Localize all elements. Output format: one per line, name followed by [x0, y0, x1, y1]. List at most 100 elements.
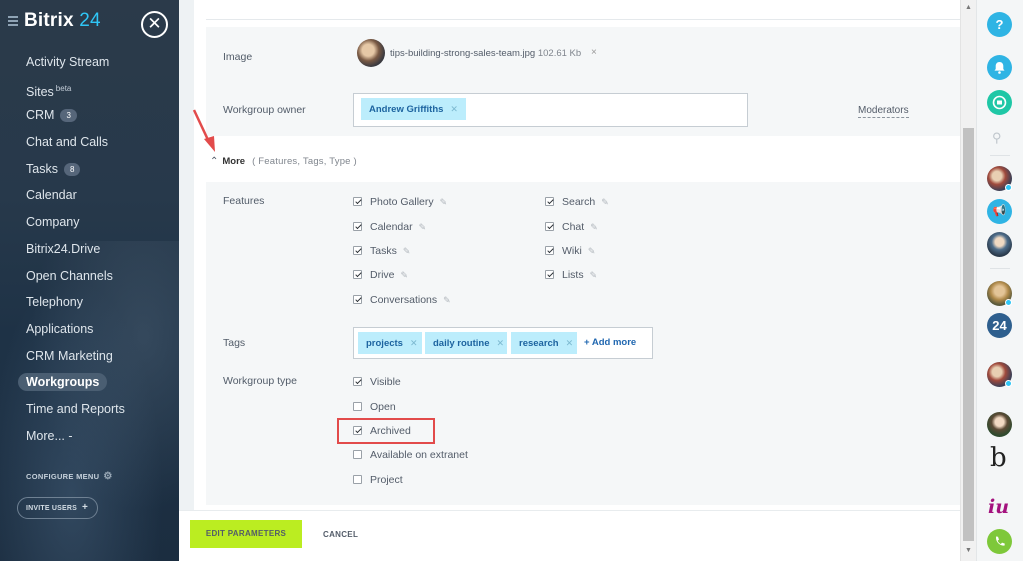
feature-search[interactable]: Search ✎ — [545, 195, 609, 209]
image-file[interactable]: tips-building-strong-sales-team.jpg 102.… — [390, 48, 581, 59]
more-toggle[interactable]: ⌃ More ( Features, Tags, Type ) — [210, 156, 357, 167]
feature-tasks[interactable]: Tasks ✎ — [353, 244, 410, 258]
remove-tag-icon[interactable]: ✕ — [496, 338, 504, 348]
feature-drive[interactable]: Drive ✎ — [353, 268, 408, 282]
sidebar-item-company[interactable]: Company — [0, 209, 179, 236]
sidebar-item-crm-marketing[interactable]: CRM Marketing — [0, 343, 179, 370]
checkbox[interactable] — [545, 270, 554, 279]
checkbox[interactable] — [353, 246, 362, 255]
moderators-link[interactable]: Moderators — [858, 105, 909, 118]
sidebar-item-calendar[interactable]: Calendar — [0, 182, 179, 209]
checkbox[interactable] — [353, 270, 362, 279]
feature-label: Chat — [562, 221, 585, 233]
file-name: tips-building-strong-sales-team.jpg — [390, 48, 536, 59]
sidebar-item-activity-stream[interactable]: Activity Stream — [0, 49, 179, 76]
sidebar-item-sites[interactable]: Sites beta — [0, 76, 179, 103]
tag-chip[interactable]: daily routine ✕ — [425, 332, 507, 354]
close-icon[interactable]: ✕ — [141, 11, 168, 38]
sidebar-item-label: Applications — [26, 321, 94, 336]
checkbox[interactable] — [545, 246, 554, 255]
menu-icon[interactable] — [8, 16, 18, 28]
help-icon[interactable]: ? — [987, 12, 1012, 37]
avatar[interactable] — [987, 412, 1012, 437]
sidebar-item-applications[interactable]: Applications — [0, 316, 179, 343]
pencil-icon[interactable]: ✎ — [401, 270, 409, 280]
feature-chat[interactable]: Chat ✎ — [545, 220, 598, 234]
scroll-up-arrow-icon[interactable]: ▲ — [965, 4, 972, 11]
more-subtitle: ( Features, Tags, Type ) — [252, 156, 357, 167]
pencil-icon[interactable]: ✎ — [588, 246, 596, 256]
sidebar-item-workgroups[interactable]: Workgroups — [0, 369, 179, 396]
bitrix24-icon[interactable]: 24 — [987, 313, 1012, 338]
tag-chip[interactable]: projects ✕ — [358, 332, 422, 354]
scroll-down-arrow-icon[interactable]: ▼ — [965, 547, 972, 554]
remove-owner-icon[interactable]: ✕ — [450, 104, 458, 114]
checkbox[interactable] — [353, 475, 362, 484]
search-icon[interactable]: ⚲ — [992, 130, 1002, 146]
type-open[interactable]: Open — [353, 400, 396, 414]
chat-icon[interactable] — [987, 90, 1012, 115]
chevron-up-icon: ⌃ — [210, 156, 219, 167]
megaphone-icon[interactable]: 📢 — [987, 199, 1012, 224]
feature-photo-gallery[interactable]: Photo Gallery ✎ — [353, 195, 447, 209]
sidebar-item-chat-and-calls[interactable]: Chat and Calls — [0, 129, 179, 156]
sidebar-item-tasks[interactable]: Tasks 8 — [0, 156, 179, 183]
checkbox[interactable] — [353, 450, 362, 459]
configure-menu-link[interactable]: CONFIGURE MENU ⚙ — [26, 471, 113, 482]
sidebar-item-more[interactable]: More... - — [0, 423, 179, 450]
invite-users-button[interactable]: INVITE USERS + — [17, 497, 98, 519]
remove-tag-icon[interactable]: ✕ — [410, 338, 418, 348]
remove-file-icon[interactable]: × — [591, 47, 597, 58]
add-more-tags-link[interactable]: + Add more — [584, 337, 636, 348]
checkbox[interactable] — [545, 197, 554, 206]
feature-conversations[interactable]: Conversations ✎ — [353, 293, 451, 307]
avatar[interactable] — [987, 232, 1012, 257]
b-logo-icon[interactable]: b — [990, 443, 1007, 473]
scrollbar[interactable]: ▲ ▼ — [960, 0, 976, 561]
pencil-icon[interactable]: ✎ — [590, 222, 598, 232]
edit-parameters-button[interactable]: EDIT PARAMETERS — [190, 520, 302, 548]
owner-chip[interactable]: Andrew Griffiths ✕ — [361, 98, 466, 120]
phone-icon[interactable] — [987, 529, 1012, 554]
tag-chip[interactable]: research ✕ — [511, 332, 577, 354]
checkbox[interactable] — [353, 402, 362, 411]
pencil-icon[interactable]: ✎ — [419, 222, 427, 232]
sidebar-item-crm[interactable]: CRM 3 — [0, 102, 179, 129]
owner-label: Workgroup owner — [223, 104, 306, 116]
type-visible[interactable]: Visible — [353, 375, 401, 389]
sidebar-item-drive[interactable]: Bitrix24.Drive — [0, 236, 179, 263]
checkbox[interactable] — [353, 377, 362, 386]
sidebar-item-label: Open Channels — [26, 268, 113, 283]
pencil-icon[interactable]: ✎ — [443, 295, 451, 305]
checkbox[interactable] — [353, 197, 362, 206]
cancel-button[interactable]: CANCEL — [323, 530, 358, 539]
iu-logo-icon[interactable]: iu — [988, 496, 1009, 518]
type-project[interactable]: Project — [353, 473, 403, 487]
image-thumbnail[interactable] — [357, 39, 385, 67]
feature-label: Tasks — [370, 245, 397, 257]
feature-label: Photo Gallery — [370, 196, 434, 208]
type-extranet[interactable]: Available on extranet — [353, 448, 468, 462]
feature-wiki[interactable]: Wiki ✎ — [545, 244, 595, 258]
notifications-bell-icon[interactable] — [987, 55, 1012, 80]
remove-tag-icon[interactable]: ✕ — [566, 338, 574, 348]
scrollbar-thumb[interactable] — [963, 128, 974, 541]
checkbox[interactable] — [353, 222, 362, 231]
feature-lists[interactable]: Lists ✎ — [545, 268, 597, 282]
sidebar-item-time-and-reports[interactable]: Time and Reports — [0, 396, 179, 423]
pencil-icon[interactable]: ✎ — [590, 270, 598, 280]
sidebar-item-label: Tasks — [26, 161, 58, 176]
feature-calendar[interactable]: Calendar ✎ — [353, 220, 426, 234]
pencil-icon[interactable]: ✎ — [440, 197, 448, 207]
sidebar-item-label: Bitrix24.Drive — [26, 241, 101, 256]
pencil-icon[interactable]: ✎ — [403, 246, 411, 256]
type-label: Project — [370, 474, 403, 486]
checkbox[interactable] — [353, 295, 362, 304]
sidebar-item-telephony[interactable]: Telephony — [0, 289, 179, 316]
logo[interactable]: Bitrix 24 — [24, 10, 101, 32]
sidebar-item-open-channels[interactable]: Open Channels — [0, 263, 179, 290]
type-label: Open — [370, 401, 396, 413]
pencil-icon[interactable]: ✎ — [601, 197, 609, 207]
checkbox[interactable] — [545, 222, 554, 231]
sidebar-item-label: Chat and Calls — [26, 135, 108, 150]
